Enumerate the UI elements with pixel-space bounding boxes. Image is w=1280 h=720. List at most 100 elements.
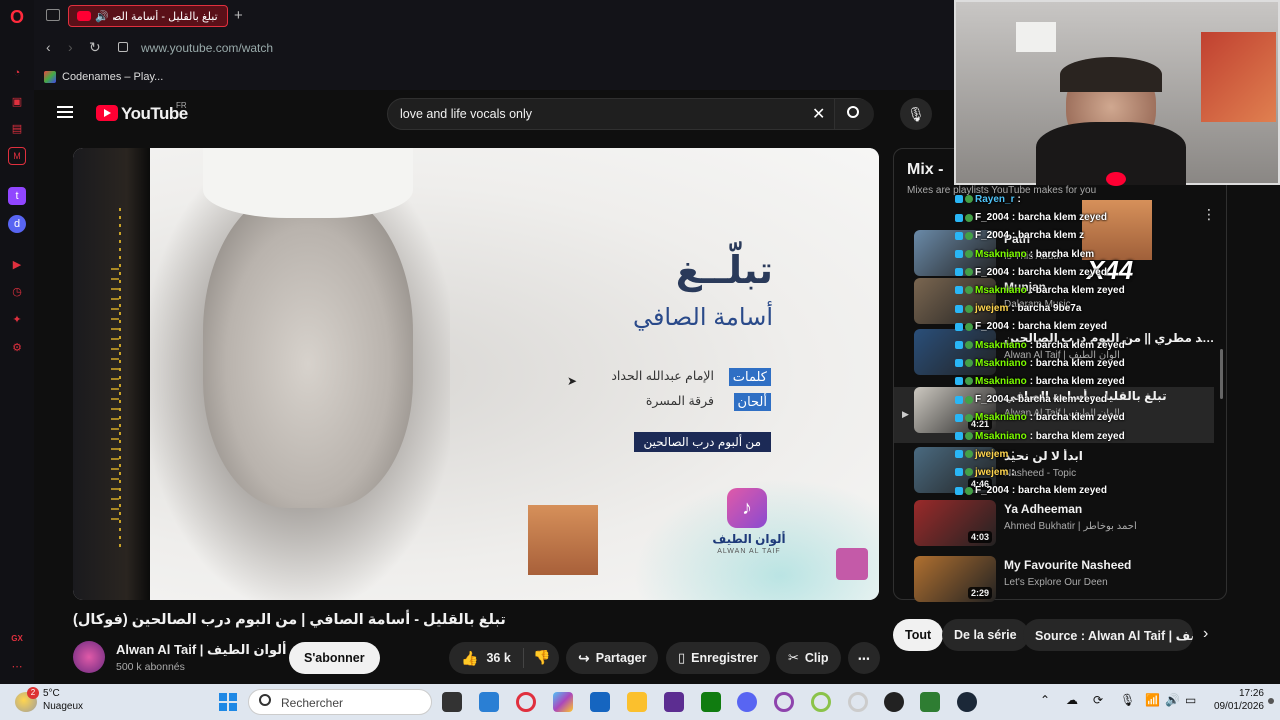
task-view-icon[interactable] [442,692,462,712]
settings-icon[interactable]: ⚙ [8,338,26,356]
steam-icon[interactable] [957,692,977,712]
channel-avatar[interactable] [73,641,105,673]
playlist-menu-icon[interactable]: ⋮ [1202,206,1216,223]
taskbar-search-placeholder: Rechercher [281,696,344,710]
chat-message: jwejem: [955,467,1015,478]
store-icon[interactable] [590,692,610,712]
aria-icon[interactable]: ◔ [8,64,26,82]
chip-series[interactable]: De la série [942,619,1029,651]
video-player[interactable]: تبلّــغ أسامة الصافي كلمات الإمام عبدالل… [73,148,879,600]
chat-message: Rayen_r: [955,194,1021,205]
search-value: love and life vocals only [400,107,533,121]
history-icon[interactable]: ◷ [8,282,26,300]
chat-text: : barcha klem zeyed [1011,266,1107,278]
chat-message: Msakniano: barcha klem zeyed [955,431,1125,442]
clock-date[interactable]: 09/01/2026 [1200,701,1264,712]
file-explorer-icon[interactable] [627,692,647,712]
playlist-item[interactable]: هزتني نسمات الشوق | محمد مطري || من البو… [914,329,1224,379]
mix-title: Mix - [907,161,944,178]
discord-icon[interactable]: d [8,215,26,233]
voice-search-icon[interactable]: 🎙 [900,98,932,130]
chat-sub-icon [965,377,973,386]
youtube-logo-icon[interactable] [96,105,118,121]
chat-username: Rayen_r [975,194,1015,205]
start-icon[interactable] [219,693,237,711]
menu-icon[interactable] [57,106,73,108]
back-icon[interactable]: ‹ [46,39,51,55]
clock-time[interactable]: 17:26 [1212,688,1264,699]
battery-icon[interactable]: ▭ [1185,693,1196,707]
xbox-icon[interactable] [701,692,721,712]
workspaces-icon[interactable] [46,9,60,21]
region-label: FR [176,101,187,110]
tray-chevron-icon[interactable]: ⌃ [1040,693,1050,707]
tab-active[interactable]: 🔊 تبلغ بالقليل - أسامة الصا [68,5,228,27]
reload-icon[interactable]: ↻ [89,39,101,56]
share-button[interactable]: ↪ Partager [566,642,659,674]
search-input[interactable]: love and life vocals only ✕ [387,98,874,130]
opera-logo-icon[interactable]: O [8,7,26,27]
url-field[interactable]: www.youtube.com/watch [141,41,273,55]
gx-corner-icon[interactable]: M [8,147,26,165]
volume-icon[interactable]: 🔊 [1165,693,1180,707]
chat-username: F_2004 [975,485,1009,497]
tab-bar: 🔊 تبلغ بالقليل - أسامة الصا + [34,0,954,32]
new-tab-icon[interactable]: + [234,7,243,24]
channel-name[interactable]: Alwan Al Taif | ألوان الطيف [116,642,287,658]
chips-next-icon[interactable]: › [1203,625,1208,643]
playlist-item[interactable]: 2:29 My Favourite Nasheed Let's Explore Ou… [914,556,1224,606]
more-actions-button[interactable]: ⋯ [848,642,880,674]
like-icon[interactable]: 👍 [461,650,478,667]
copilot-icon[interactable] [553,692,573,712]
poster-album: من ألبوم درب الصالحين [633,432,771,452]
crypto-wallet-icon[interactable]: ▣ [8,92,26,110]
opera-green-icon[interactable] [811,692,831,712]
clip-button[interactable]: ✂ Clip [776,642,841,674]
playlist-thumbnail[interactable]: 2:29 [914,556,996,602]
forward-icon[interactable]: › [68,39,73,55]
opera-purple-icon[interactable] [774,692,794,712]
dislike-icon[interactable]: 👎 [533,649,550,666]
app-purple-icon[interactable] [664,692,684,712]
webcam-overlay [954,0,1280,186]
poster-title: تبلّــغ [675,250,773,292]
save-button[interactable]: ▯ Enregistrer [666,642,770,674]
tray-mic-icon[interactable]: 🎙 [1120,693,1135,707]
opera-gx-icon[interactable] [516,692,536,712]
playlist-thumbnail[interactable]: 4:03 [914,500,996,546]
tray-sync-icon[interactable]: ⟳ [1093,693,1103,707]
chip-all[interactable]: Tout [893,619,944,651]
channel-watermark-icon[interactable] [836,548,868,580]
chat-text: : barcha klem zeyed [1029,285,1125,296]
chat-sub-icon [965,268,973,277]
poster-lyrics-value: الإمام عبدالله الحداد [611,369,714,383]
chip-source[interactable]: Source : Alwan Al Taif | ألوان الطيف [1023,619,1193,651]
chat-message: F_2004: barcha klem zeyed [955,394,1107,405]
gx-control-icon[interactable]: ▤ [8,119,26,137]
extensions-icon[interactable]: ✦ [8,310,26,328]
chat-text: : barcha klem z [1011,230,1085,242]
terminal-green-icon[interactable] [920,692,940,712]
playlist-item-title[interactable]: My Favourite Nasheed [1004,558,1219,572]
taskbar-search[interactable]: Rechercher [248,689,432,715]
playlist-item-title[interactable]: ابدأ لا لن نحيد [1004,449,1219,463]
wifi-icon[interactable]: 📶 [1145,693,1160,707]
subscribe-button[interactable]: S'abonner [289,642,380,674]
discord-taskbar-icon[interactable] [737,692,757,712]
speaker-icon[interactable]: 🔊 [95,10,109,23]
playlist-item-title[interactable]: Ya Adheeman [1004,502,1219,516]
like-count[interactable]: 36 k [486,651,510,665]
notification-dot[interactable] [1268,698,1274,704]
chat-sub-icon [965,340,973,349]
photos-icon[interactable] [479,692,499,712]
clear-search-icon[interactable]: ✕ [812,104,825,124]
playlist-item[interactable]: 4:03 Ya Adheeman Ahmed Bukhatir | أحمد بوخ… [914,500,1224,550]
twitch-icon[interactable]: t [8,187,26,205]
opera-grey-icon[interactable] [848,692,868,712]
obs-icon[interactable] [884,692,904,712]
bookmark-codenames[interactable]: Codenames – Play... [44,69,163,85]
more-icon[interactable]: ⋯ [8,657,26,675]
tray-cloud-icon[interactable]: ☁ [1066,693,1078,707]
player-icon[interactable]: ▶ [8,255,26,273]
search-button[interactable] [834,99,874,129]
